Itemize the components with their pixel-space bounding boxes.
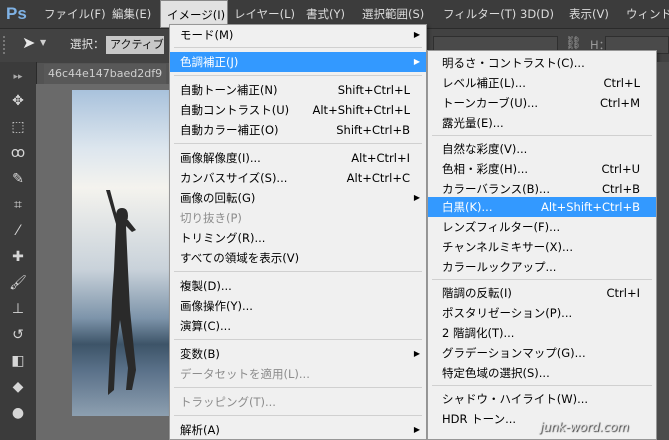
- jumping-person-figure: [106, 190, 136, 395]
- submenu-item-color-lookup[interactable]: カラールックアップ...: [428, 257, 656, 277]
- menu-item-duplicate[interactable]: 複製(D)...: [170, 276, 426, 296]
- photoshop-logo: Ps: [6, 4, 27, 23]
- link-icon[interactable]: ⛓: [565, 36, 582, 51]
- submenu-arrow-icon: ▶: [413, 425, 420, 434]
- menu-item-adjustments[interactable]: 色調補正(J) ▶: [170, 52, 426, 72]
- menu-item-variables[interactable]: 変数(B) ▶: [170, 344, 426, 364]
- submenu-item-brightness-contrast[interactable]: 明るさ・コントラスト(C)...: [428, 53, 656, 73]
- document-image: [72, 90, 169, 416]
- tools-panel: ▸▸ ✥ ⬚ ꝏ ✎ ⌗ ⁄ ✚ 🖌 ⊥ ↺ ◧ ◆ ●: [0, 62, 37, 440]
- menu-item-analysis[interactable]: 解析(A) ▶: [170, 420, 426, 440]
- chevron-down-icon[interactable]: ▼: [40, 38, 46, 47]
- eyedropper-tool-icon[interactable]: ⁄: [8, 222, 28, 240]
- submenu-item-black-white[interactable]: 白黒(K)... Alt+Shift+Ctrl+B: [428, 197, 656, 217]
- submenu-item-invert[interactable]: 階調の反転(I) Ctrl+I: [428, 283, 656, 303]
- crop-tool-icon[interactable]: ⌗: [8, 196, 28, 214]
- brush-tool-icon[interactable]: 🖌: [8, 274, 28, 292]
- menu-item-apply-image[interactable]: 画像操作(Y)...: [170, 296, 426, 316]
- submenu-item-vibrance[interactable]: 自然な彩度(V)...: [428, 139, 656, 159]
- move-tool-icon[interactable]: ➤: [22, 33, 35, 52]
- marquee-tool-icon[interactable]: ⬚: [8, 118, 28, 136]
- adjustments-submenu: 明るさ・コントラスト(C)... レベル補正(L)... Ctrl+L トーンカー…: [427, 50, 657, 440]
- submenu-item-color-balance[interactable]: カラーバランス(B)... Ctrl+B: [428, 179, 656, 199]
- auto-select-label: 選択：: [70, 37, 105, 51]
- menu-window[interactable]: ウィンドウ: [626, 0, 669, 28]
- document-tab[interactable]: 46c44e147baed2df9: [44, 64, 166, 84]
- menu-file[interactable]: ファイル(F): [44, 0, 106, 28]
- menu-item-auto-color[interactable]: 自動カラー補正(O) Shift+Ctrl+B: [170, 120, 426, 140]
- submenu-arrow-icon: ▶: [413, 193, 420, 202]
- submenu-arrow-icon: ▶: [413, 30, 420, 39]
- menu-item-auto-contrast[interactable]: 自動コントラスト(U) Alt+Shift+Ctrl+L: [170, 100, 426, 120]
- submenu-item-exposure[interactable]: 露光量(E)...: [428, 113, 656, 133]
- menu-3d[interactable]: 3D(D): [520, 0, 554, 28]
- options-bar-grip[interactable]: [3, 36, 11, 54]
- submenu-item-hue-saturation[interactable]: 色相・彩度(H)... Ctrl+U: [428, 159, 656, 179]
- submenu-item-threshold[interactable]: 2 階調化(T)...: [428, 323, 656, 343]
- menu-item-image-size[interactable]: 画像解像度(I)... Alt+Ctrl+I: [170, 148, 426, 168]
- menu-item-mode[interactable]: モード(M) ▶: [170, 25, 426, 45]
- submenu-item-photo-filter[interactable]: レンズフィルター(F)...: [428, 217, 656, 237]
- menu-item-calculations[interactable]: 演算(C)...: [170, 316, 426, 336]
- eraser-tool-icon[interactable]: ◧: [8, 352, 28, 370]
- submenu-item-channel-mixer[interactable]: チャンネルミキサー(X)...: [428, 237, 656, 257]
- stamp-tool-icon[interactable]: ⊥: [8, 300, 28, 318]
- submenu-item-curves[interactable]: トーンカーブ(U)... Ctrl+M: [428, 93, 656, 113]
- auto-select-dropdown[interactable]: アクティブ: [106, 36, 164, 54]
- history-brush-tool-icon[interactable]: ↺: [8, 326, 28, 344]
- menu-item-trim[interactable]: トリミング(R)...: [170, 228, 426, 248]
- watermark: junk-word.com: [540, 420, 629, 434]
- menu-item-crop: 切り抜き(P): [180, 211, 242, 225]
- menu-item-reveal-all[interactable]: すべての領域を表示(V): [170, 248, 426, 268]
- panel-collapse-icon[interactable]: ▸▸: [8, 68, 28, 86]
- menu-item-apply-data-set: データセットを適用(L)...: [180, 367, 310, 381]
- right-panel-strip: [657, 62, 669, 440]
- submenu-item-shadows-highlights[interactable]: シャドウ・ハイライト(W)...: [428, 389, 656, 409]
- submenu-item-gradient-map[interactable]: グラデーションマップ(G)...: [428, 343, 656, 363]
- submenu-item-posterize[interactable]: ポスタリゼーション(P)...: [428, 303, 656, 323]
- move-tool-icon[interactable]: ✥: [8, 92, 28, 110]
- menu-item-auto-tone[interactable]: 自動トーン補正(N) Shift+Ctrl+L: [170, 80, 426, 100]
- menu-filter[interactable]: フィルター(T): [443, 0, 516, 28]
- quick-select-tool-icon[interactable]: ✎: [8, 170, 28, 188]
- submenu-item-levels[interactable]: レベル補正(L)... Ctrl+L: [428, 73, 656, 93]
- menu-item-canvas-size[interactable]: カンバスサイズ(S)... Alt+Ctrl+C: [170, 168, 426, 188]
- healing-brush-tool-icon[interactable]: ✚: [8, 248, 28, 266]
- submenu-item-selective-color[interactable]: 特定色域の選択(S)...: [428, 363, 656, 383]
- image-menu: モード(M) ▶ 色調補正(J) ▶ 自動トーン補正(N) Shift+Ctrl+L …: [169, 24, 427, 440]
- menu-edit[interactable]: 編集(E): [112, 0, 151, 28]
- menu-item-image-rotation[interactable]: 画像の回転(G) ▶: [170, 188, 426, 208]
- blur-tool-icon[interactable]: ●: [8, 404, 28, 422]
- submenu-arrow-icon: ▶: [413, 57, 420, 66]
- submenu-arrow-icon: ▶: [413, 349, 420, 358]
- lasso-tool-icon[interactable]: ꝏ: [8, 144, 28, 162]
- paint-bucket-tool-icon[interactable]: ◆: [8, 378, 28, 396]
- menu-view[interactable]: 表示(V): [569, 0, 609, 28]
- menu-item-trap: トラッピング(T)...: [180, 395, 276, 409]
